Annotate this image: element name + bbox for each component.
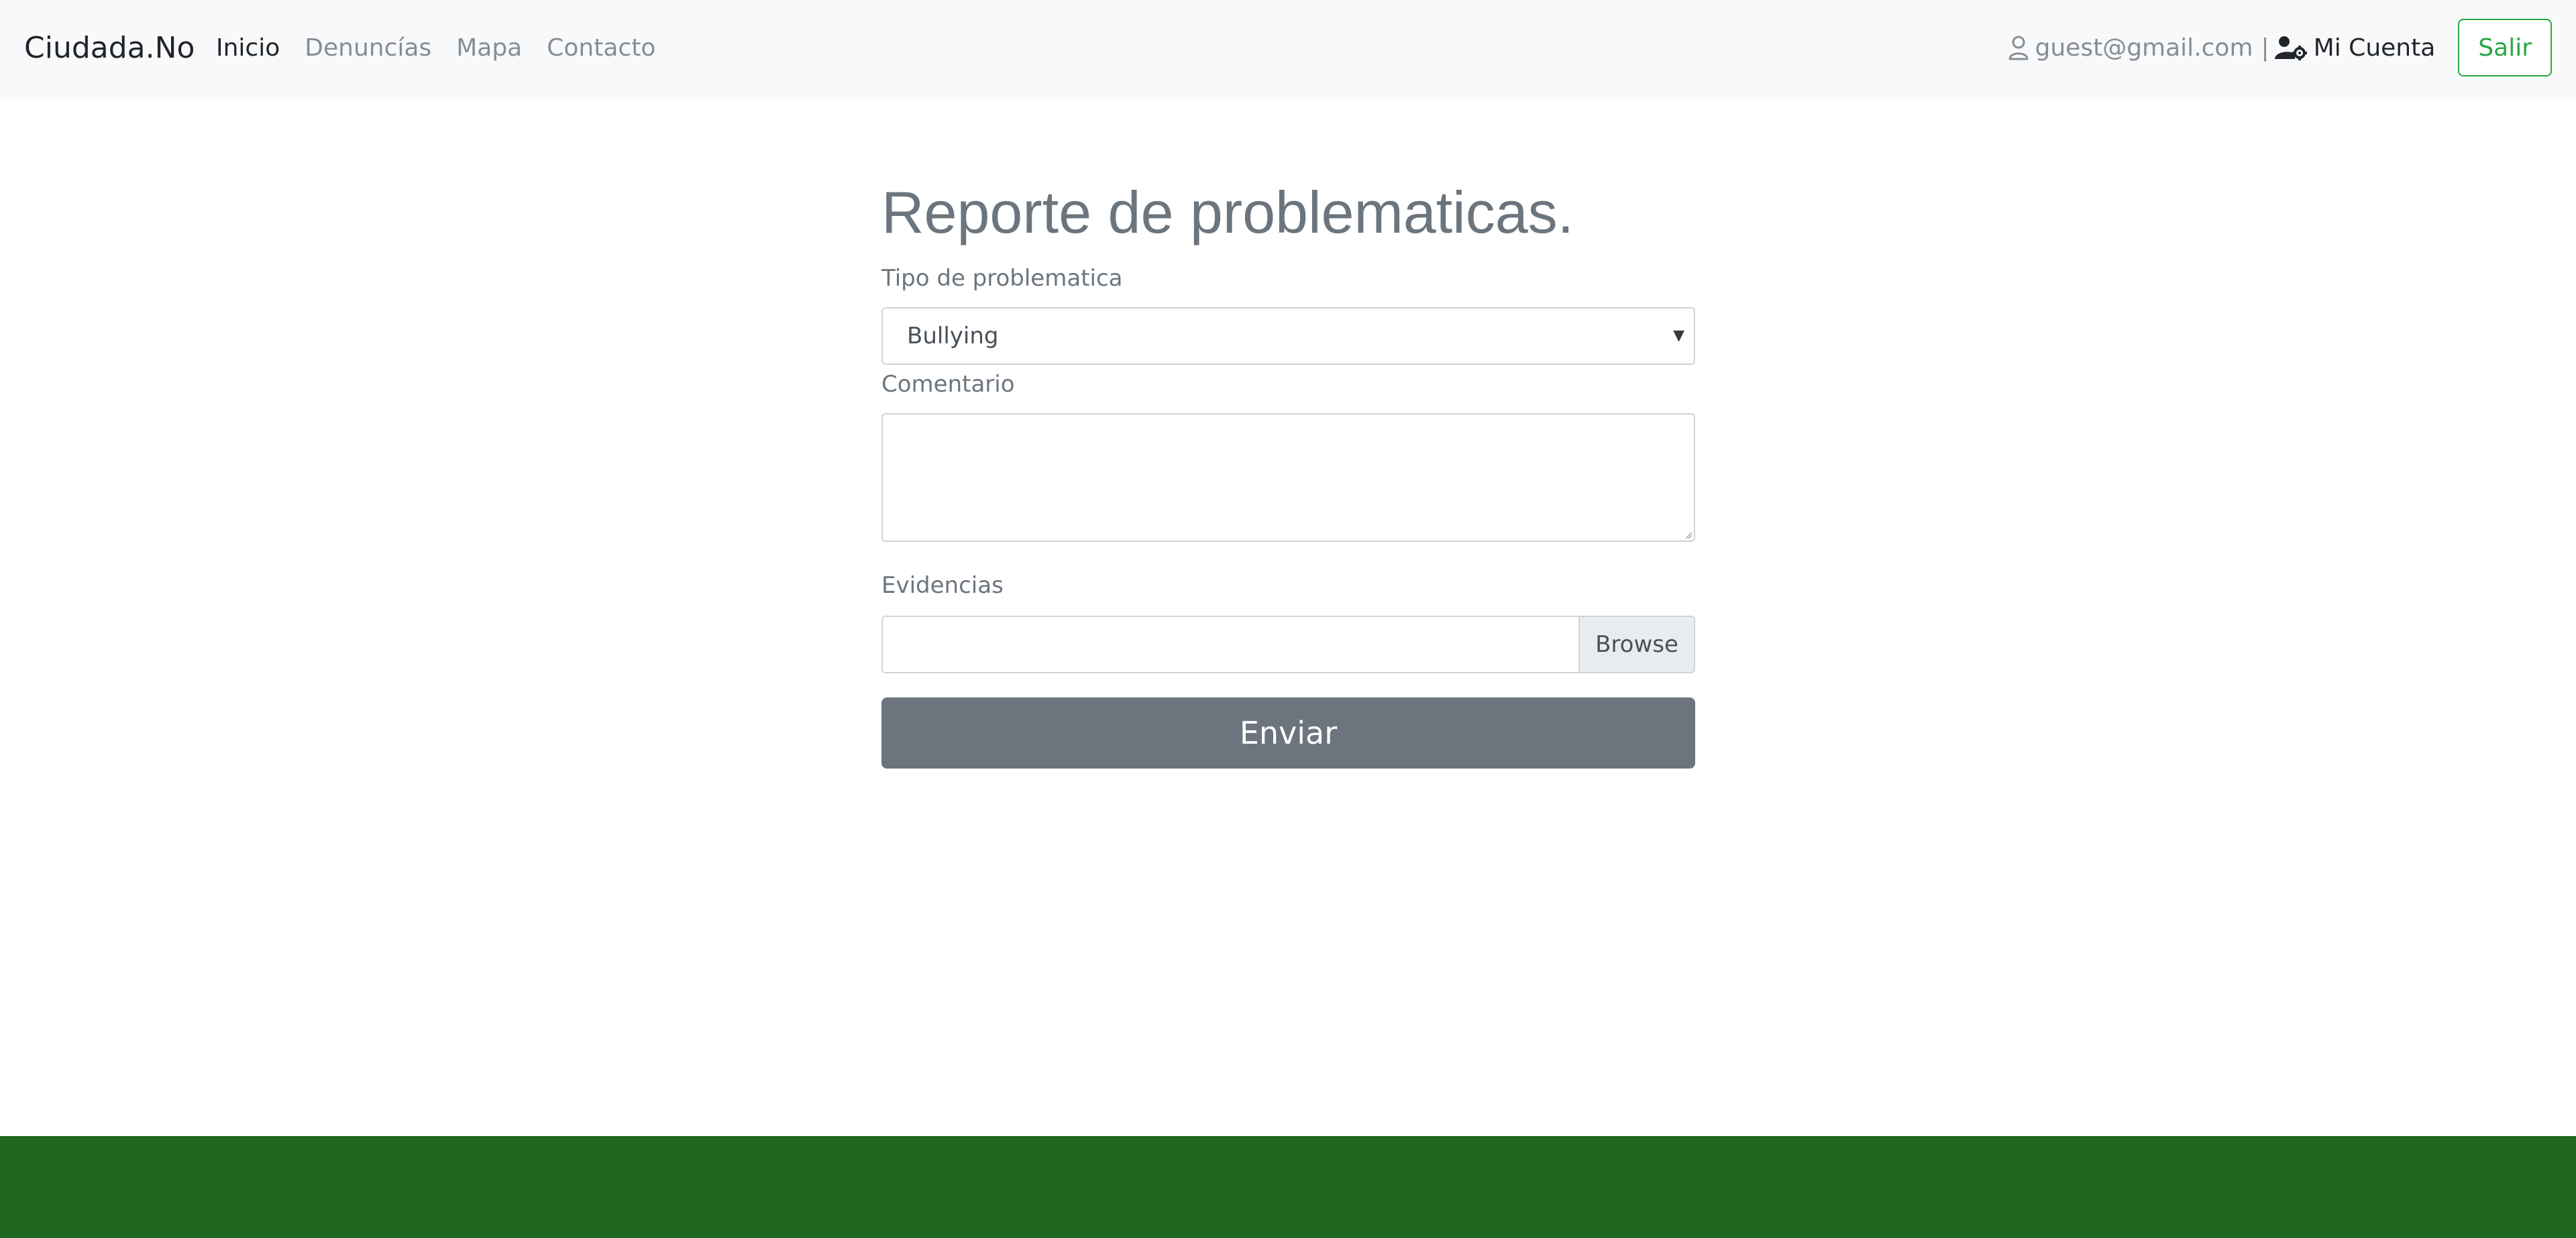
submit-button[interactable]: Enviar: [881, 697, 1695, 769]
top-navbar: Ciudada.No Inicio Denuncías Mapa Contact…: [0, 0, 2576, 99]
type-select-value: Bullying: [907, 323, 999, 349]
user-email-display: guest@gmail.com: [2008, 34, 2253, 62]
type-label: Tipo de problematica: [881, 265, 1123, 292]
chevron-down-icon: ▼: [1673, 327, 1684, 344]
my-account-link[interactable]: Mi Cuenta: [2274, 34, 2436, 62]
comment-textarea[interactable]: [881, 413, 1695, 542]
footer: [0, 1136, 2576, 1238]
user-cog-icon: [2274, 36, 2307, 60]
nav-link-mapa[interactable]: Mapa: [456, 32, 522, 64]
page-title: Reporte de problematicas.: [881, 179, 1574, 245]
evidence-file-input: Browse: [881, 616, 1695, 673]
type-select[interactable]: Bullying ▼: [881, 307, 1695, 365]
user-area: guest@gmail.com | Mi Cuenta Salir: [2008, 19, 2552, 76]
comment-label: Comentario: [881, 371, 1015, 398]
nav-links: Inicio Denuncías Mapa Contacto: [216, 32, 680, 64]
file-input-field[interactable]: [883, 617, 1578, 672]
logout-button[interactable]: Salir: [2458, 19, 2552, 76]
report-form: Reporte de problematicas. Tipo de proble…: [881, 176, 1695, 769]
separator: |: [2261, 34, 2269, 62]
brand-logo[interactable]: Ciudada.No: [24, 30, 195, 67]
resize-handle-icon[interactable]: [1684, 531, 1693, 539]
nav-link-contacto[interactable]: Contacto: [547, 32, 655, 64]
nav-link-inicio[interactable]: Inicio: [216, 32, 280, 64]
user-outline-icon: [2008, 36, 2029, 60]
nav-link-denuncias[interactable]: Denuncías: [305, 32, 431, 64]
evidence-label: Evidencias: [881, 572, 1004, 599]
user-email-text: guest@gmail.com: [2035, 34, 2253, 62]
browse-button[interactable]: Browse: [1578, 617, 1694, 672]
my-account-label: Mi Cuenta: [2313, 34, 2436, 62]
